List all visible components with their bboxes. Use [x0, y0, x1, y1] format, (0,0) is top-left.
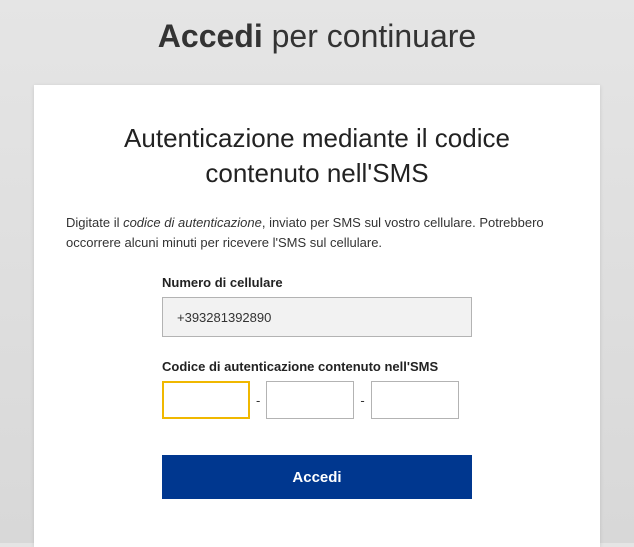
page-title-bold: Accedi [158, 18, 263, 54]
card-heading: Autenticazione mediante il codice conten… [66, 121, 568, 191]
code-input-2[interactable] [266, 381, 354, 419]
login-button[interactable]: Accedi [162, 455, 472, 499]
page-title: Accedi per continuare [0, 18, 634, 55]
form-section: Numero di cellulare Codice di autenticaz… [162, 275, 472, 499]
instruction-pre: Digitate il [66, 215, 123, 230]
code-row: - - [162, 381, 472, 419]
auth-card: Autenticazione mediante il codice conten… [34, 85, 600, 547]
code-label: Codice di autenticazione contenuto nell'… [162, 359, 472, 374]
dash-2: - [360, 393, 364, 408]
card-instruction: Digitate il codice di autenticazione, in… [66, 213, 568, 253]
page-title-rest: per continuare [263, 18, 476, 54]
code-input-3[interactable] [371, 381, 459, 419]
phone-field [162, 297, 472, 337]
code-input-1[interactable] [162, 381, 250, 419]
dash-1: - [256, 393, 260, 408]
instruction-em: codice di autenticazione [123, 215, 262, 230]
phone-label: Numero di cellulare [162, 275, 472, 290]
